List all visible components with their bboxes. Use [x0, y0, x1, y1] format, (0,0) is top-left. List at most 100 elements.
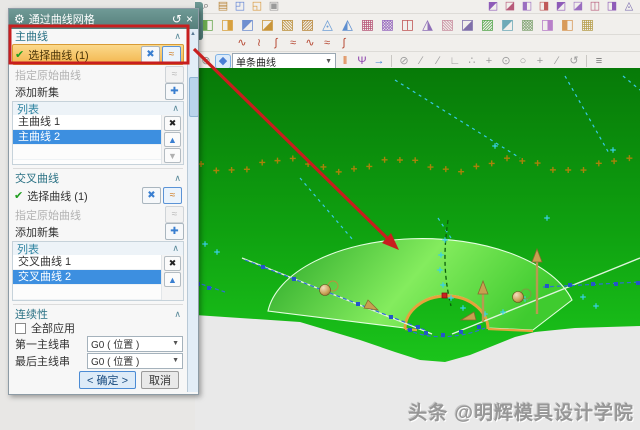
within-work-part-icon[interactable]: ‖	[338, 55, 352, 68]
swept-icon[interactable]: ◮	[419, 16, 436, 32]
list-header[interactable]: 列表 ∧	[13, 102, 183, 116]
cylinder-icon[interactable]: ◭	[339, 16, 356, 32]
snap-endpoint-icon[interactable]: ⊘	[397, 55, 411, 68]
selection-filter-dropdown[interactable]: 单条曲线 ▼	[232, 53, 336, 69]
snap-arc-icon[interactable]: ∴	[465, 55, 479, 68]
scoop-icon[interactable]: ▧	[279, 16, 296, 32]
sew-icon[interactable]: ◨	[539, 16, 556, 32]
spline-icon[interactable]: ∿	[235, 37, 249, 50]
sheet-feature-icon-5[interactable]: ◩	[554, 0, 568, 13]
selected-point-marker[interactable]	[441, 292, 448, 299]
first-continuity-dropdown[interactable]: G0 ( 位置 ) ▼	[87, 335, 183, 352]
toolbar-area: ⌕ ▤ ◰ ◱ ▣ ◩ ◪ ◧ ◨ ◩ ◪ ◫ ◨ ◬ ◧ ◨ ◩ ◪ ▧ ▨ ◬ ◭ ▦ ▩ ◫ ◮ ▧ ◪ ▨ ◩ ▩ ◨ ◧ ▦ ∿ ≀ ∫…	[195, 0, 640, 69]
sheet-feature-icon-3[interactable]: ◧	[520, 0, 534, 13]
ruled-icon[interactable]: ▩	[379, 16, 396, 32]
add-new-set-button[interactable]: ✚	[165, 83, 184, 100]
reset-icon[interactable]: ↺	[172, 13, 182, 25]
scroll-up-icon[interactable]: ▲	[188, 29, 198, 39]
pad-feature-icon[interactable]: ◱	[250, 0, 264, 13]
snap-rotate-icon[interactable]: ↺	[567, 55, 581, 68]
deselect-button[interactable]: ✖	[141, 46, 160, 63]
sheet-feature-icon-4[interactable]: ◨	[537, 0, 551, 13]
list-item[interactable]: 主曲线 1	[13, 115, 161, 130]
no-selection-filter-icon[interactable]: ⊘	[199, 55, 213, 68]
last-continuity-dropdown[interactable]: G0 ( 位置 ) ▼	[87, 352, 183, 369]
curve-rule-button[interactable]: ≈	[163, 187, 182, 204]
list-item[interactable]	[13, 145, 161, 160]
move-up-button[interactable]: ▲	[164, 132, 181, 147]
section-continuity-header[interactable]: 连续性 ∧	[9, 307, 187, 322]
chevron-up-icon: ∧	[174, 172, 181, 183]
sheet-feature-icon-1[interactable]: ◩	[486, 0, 500, 13]
cancel-button[interactable]: 取消	[141, 371, 179, 389]
close-icon[interactable]: ×	[186, 13, 193, 25]
sphere-icon[interactable]: ◬	[319, 16, 336, 32]
main-curve-select-row[interactable]: ✔ 选择曲线 (1) ✖ ≈	[12, 44, 184, 65]
boss-icon[interactable]: ◪	[259, 16, 276, 32]
gear-icon[interactable]: ⚙	[14, 13, 25, 25]
thicken-icon[interactable]: ▦	[579, 16, 596, 32]
snap-point-toggle-icon[interactable]: Ψ	[355, 55, 369, 68]
move-up-button[interactable]: ▲	[164, 272, 181, 287]
studio-surface-icon[interactable]: ▨	[479, 16, 496, 32]
snap-segment-icon[interactable]: ∕	[431, 55, 445, 68]
studio-spline-icon[interactable]: ≀	[252, 37, 266, 50]
remove-item-button[interactable]: ✖	[164, 116, 181, 131]
add-new-set-button[interactable]: ✚	[165, 223, 184, 240]
section-main-curve-header[interactable]: 主曲线 ∧	[9, 29, 187, 44]
offset-surface-icon[interactable]: ◩	[499, 16, 516, 32]
snap-circle-icon[interactable]: ○	[516, 55, 530, 68]
apply-all-checkbox[interactable]	[15, 322, 26, 334]
n-sided-icon[interactable]: ▧	[439, 16, 456, 32]
ok-button[interactable]: < 确定 >	[79, 371, 136, 389]
list-item[interactable]: 交叉曲线 1	[13, 255, 161, 270]
curve-rule-button[interactable]: ≈	[162, 46, 181, 63]
sheet-feature-icon-7[interactable]: ◫	[588, 0, 602, 13]
patch-icon[interactable]: ◧	[559, 16, 576, 32]
snap-center-icon[interactable]: ⊙	[499, 55, 513, 68]
snap-intersection-icon[interactable]: +	[533, 55, 547, 68]
snap-corner-icon[interactable]: ∟	[448, 55, 462, 68]
select-enter-icon[interactable]: →	[372, 55, 386, 68]
blank-feature-icon[interactable]: ▣	[267, 0, 281, 13]
sketch-icon[interactable]: ◨	[219, 16, 236, 32]
notebook-icon[interactable]: ▤	[216, 0, 230, 13]
mesh-surface-icon[interactable]: ◪	[459, 16, 476, 32]
project-curve-icon[interactable]: ∫	[337, 37, 351, 50]
list-item[interactable]: 主曲线 2	[13, 130, 161, 145]
pocket-icon[interactable]: ▨	[299, 16, 316, 32]
offset-curve-icon[interactable]: ≈	[320, 37, 334, 50]
cross-curve-select-row[interactable]: ✔ 选择曲线 (1) ✖ ≈	[12, 186, 184, 205]
list-item[interactable]: 交叉曲线 2	[13, 270, 161, 285]
snap-line-icon[interactable]: ∕	[414, 55, 428, 68]
sheet-feature-icon-9[interactable]: ◬	[622, 0, 636, 13]
sheet-feature-icon-6[interactable]: ◪	[571, 0, 585, 13]
snap-tangent-icon[interactable]: ∕	[550, 55, 564, 68]
list-item[interactable]	[13, 285, 161, 300]
solid-body-filter-icon[interactable]: ◆	[215, 53, 231, 69]
cross-add-new-set-row[interactable]: 添加新集 ✚	[9, 223, 187, 240]
block-icon[interactable]: ◩	[239, 16, 256, 32]
layers-icon[interactable]: ≡	[592, 55, 606, 68]
scrollbar-thumb[interactable]	[189, 77, 198, 117]
sheet-feature-icon-8[interactable]: ◨	[605, 0, 619, 13]
dialog-scrollbar[interactable]: ▲	[187, 29, 198, 392]
section-cross-curve-header[interactable]: 交叉曲线 ∧	[9, 171, 187, 186]
through-curves-icon[interactable]: ◫	[399, 16, 416, 32]
remove-item-button[interactable]: ✖	[164, 256, 181, 271]
list-header[interactable]: 列表 ∧	[13, 242, 183, 256]
curve-on-surface-icon[interactable]: ≈	[286, 37, 300, 50]
viewport-3d[interactable]: 头条 @明辉模具设计学院	[195, 68, 640, 430]
extrude-feature-icon[interactable]: ◰	[233, 0, 247, 13]
sheet-feature-icon-2[interactable]: ◪	[503, 0, 517, 13]
fit-curve-icon[interactable]: ∫	[269, 37, 283, 50]
trimmed-sheet-icon[interactable]: ▩	[519, 16, 536, 32]
bridge-curve-icon[interactable]: ∿	[303, 37, 317, 50]
bounded-plane-icon[interactable]: ▦	[359, 16, 376, 32]
green-sheet-body[interactable]	[195, 68, 640, 362]
snap-midpoint-icon[interactable]: +	[482, 55, 496, 68]
move-down-button[interactable]: ▼	[164, 148, 181, 163]
dialog-title-bar[interactable]: ⚙ 通过曲线网格 ↺ ×	[9, 9, 198, 29]
main-add-new-set-row[interactable]: 添加新集 ✚	[9, 83, 187, 100]
deselect-button[interactable]: ✖	[142, 187, 161, 204]
